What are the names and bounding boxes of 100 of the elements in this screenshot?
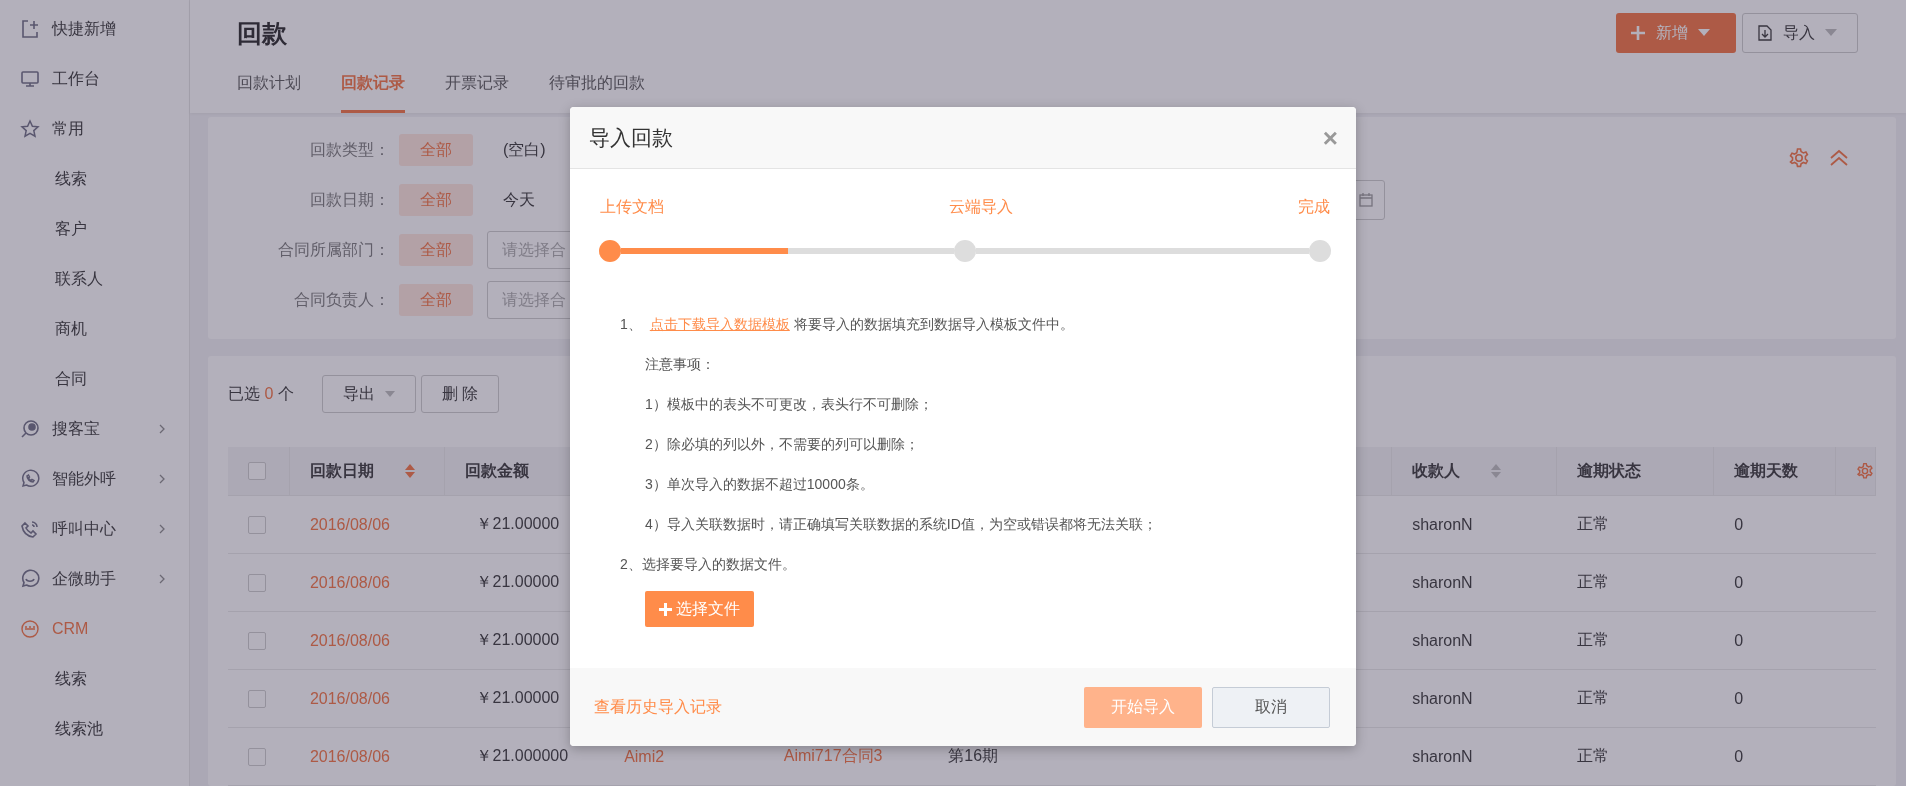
sidebar-item[interactable]: 常用 — [0, 104, 189, 154]
sidebar-item[interactable]: 联系人 — [0, 254, 189, 304]
sidebar-item[interactable]: 企微助手 — [0, 554, 189, 604]
choose-file-button[interactable]: 选择文件 — [645, 591, 754, 627]
table-cell: 0 — [1734, 573, 1744, 592]
table-cell-text: 正常 — [1576, 688, 1609, 708]
filter-label: 回款日期： — [309, 189, 390, 210]
table-cell-text: ￥21.00000 — [476, 630, 560, 650]
collapse-icon[interactable] — [1828, 147, 1850, 169]
column-header: 回款日期 — [309, 460, 374, 481]
filter-label: 合同所属部门： — [277, 239, 390, 260]
sidebar-item[interactable]: 线索池 — [0, 704, 189, 754]
sidebar-item[interactable]: 智能外呼 — [0, 454, 189, 504]
chevron-right-icon — [158, 523, 166, 535]
checkbox[interactable] — [248, 689, 266, 708]
import-button[interactable]: 导入 — [1742, 13, 1858, 53]
sidebar-item[interactable]: 商机 — [0, 304, 189, 354]
table-cell-text: 正常 — [1576, 746, 1609, 766]
sidebar-item[interactable]: 工作台 — [0, 54, 189, 104]
selection-count: 已选 0 个 — [228, 383, 294, 404]
instruction-text: 2、选择要导入的数据文件。 — [620, 555, 797, 574]
column-header: 回款金额 — [464, 460, 529, 481]
sidebar-item[interactable]: 线索 — [0, 654, 189, 704]
delete-button[interactable]: 删 除 — [420, 375, 500, 413]
sidebar-item[interactable]: 呼叫中心 — [0, 504, 189, 554]
star-icon — [20, 119, 40, 139]
checkbox[interactable] — [248, 631, 266, 650]
table-link[interactable]: 2016/08/06 — [309, 573, 390, 592]
table-cell: sharonN — [1412, 573, 1473, 592]
caret-icon — [384, 390, 395, 398]
table-cell: sharonN — [1412, 747, 1473, 766]
filter-label: 合同负责人： — [293, 289, 390, 310]
notes-title: 注意事项： — [644, 355, 716, 374]
note-text: 4）导入关联数据时，请正确填写关联数据的系统ID值，为空或错误都将无法关联； — [644, 515, 1158, 534]
table-cell: 0 — [1734, 515, 1744, 534]
sidebar-item[interactable]: 合同 — [0, 354, 189, 404]
instruction-text: 1、 点击下载导入数据模板 将要导入的数据填充到数据导入模板文件中。 — [620, 313, 1075, 336]
table-link[interactable]: 2016/08/06 — [309, 515, 390, 534]
sort-icon[interactable] — [403, 463, 416, 479]
caret-icon — [1825, 29, 1837, 37]
column-header: 逾期天数 — [1734, 460, 1799, 481]
monitor-icon — [20, 69, 40, 89]
filter-option[interactable]: 今天 — [487, 184, 551, 216]
sidebar-item[interactable]: 线索 — [0, 154, 189, 204]
plus-icon — [1630, 25, 1646, 41]
table-cell: 0 — [1734, 689, 1744, 708]
template-download-link[interactable]: 点击下载导入数据模板 — [649, 314, 790, 334]
download-file-icon — [1757, 25, 1773, 41]
plus-icon — [659, 602, 672, 616]
settings-icon[interactable] — [1856, 462, 1875, 480]
table-cell: sharonN — [1412, 689, 1473, 708]
checkbox[interactable] — [248, 462, 266, 480]
table-cell: sharonN — [1412, 631, 1473, 650]
chevron-right-icon — [158, 573, 166, 585]
page-title: 回款 — [237, 18, 287, 49]
note-text: 1）模板中的表头不可更改，表头行不可删除； — [644, 395, 934, 414]
add-icon — [20, 19, 40, 39]
table-link[interactable]: Aimi2 — [624, 747, 665, 766]
sort-icon[interactable] — [1490, 463, 1503, 479]
calendar-icon — [1358, 192, 1374, 208]
history-link[interactable]: 查看历史导入记录 — [594, 696, 722, 718]
new-button[interactable]: 新增 — [1616, 13, 1736, 53]
sidebar-item[interactable]: 搜客宝 — [0, 404, 189, 454]
sidebar-item[interactable]: 客户 — [0, 204, 189, 254]
dialog-title: 导入回款 — [589, 124, 673, 151]
cancel-button[interactable]: 取消 — [1212, 686, 1330, 728]
filter-option[interactable]: (空白) — [487, 134, 562, 166]
table-link[interactable]: Aimi717合同3 — [783, 746, 883, 767]
checkbox[interactable] — [248, 515, 266, 534]
table-cell-text: 正常 — [1576, 630, 1609, 650]
table-link[interactable]: 2016/08/06 — [309, 747, 390, 766]
search-icon — [20, 419, 40, 439]
chevron-right-icon — [158, 423, 166, 435]
close-button[interactable]: × — [1322, 124, 1338, 151]
note-text: 3）单次导入的数据不超过10000条。 — [644, 475, 875, 494]
step-label: 上传文档 — [600, 197, 664, 217]
chevron-right-icon — [158, 473, 166, 485]
sidebar-item[interactable]: CRM — [0, 604, 189, 654]
caret-icon — [1698, 29, 1710, 37]
filter-label: 回款类型： — [309, 139, 390, 160]
step-label: 云端导入 — [949, 197, 1013, 217]
column-header: 收款人 — [1412, 460, 1461, 481]
tab[interactable]: 回款计划 — [237, 62, 301, 113]
checkbox[interactable] — [248, 573, 266, 592]
table-link[interactable]: 2016/08/06 — [309, 689, 390, 708]
step-label: 完成 — [1298, 197, 1330, 217]
table-link[interactable]: 2016/08/06 — [309, 631, 390, 650]
export-button[interactable]: 导出 — [321, 375, 416, 413]
column-header: 逾期状态 — [1576, 460, 1641, 481]
settings-icon[interactable] — [1788, 147, 1810, 169]
table-cell-text: ￥21.00000 — [476, 572, 560, 592]
tab[interactable]: 开票记录 — [445, 62, 509, 113]
table-cell: 0 — [1734, 631, 1744, 650]
phone-icon — [20, 469, 40, 489]
tab[interactable]: 回款记录 — [341, 62, 405, 113]
checkbox[interactable] — [248, 747, 266, 766]
table-cell-text: 正常 — [1576, 572, 1609, 592]
sidebar-item[interactable]: 快捷新增 — [0, 4, 189, 54]
phone-call-icon — [20, 519, 40, 539]
table-cell: sharonN — [1412, 515, 1473, 534]
